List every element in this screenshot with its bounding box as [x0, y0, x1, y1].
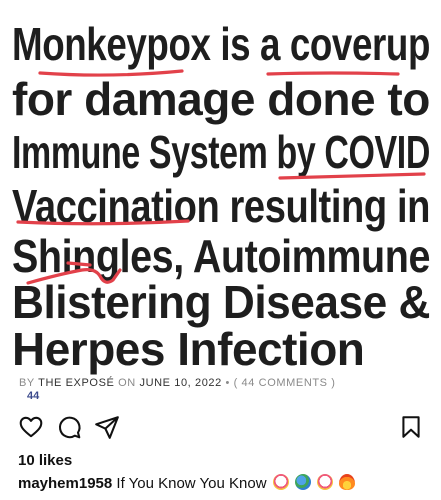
globe-emoji-icon: [294, 474, 311, 490]
caption-text: If You Know You Know: [116, 475, 267, 492]
bookmark-icon[interactable]: [398, 414, 424, 440]
byline: BY THE EXPOSÉ ON JUNE 10, 2022 • ( 44 CO…: [19, 377, 336, 389]
clown-face-emoji-icon: [317, 474, 334, 490]
post-image[interactable]: Monkeypox is a coverup for damage done t…: [0, 0, 441, 405]
underline-coverup: [266, 71, 400, 76]
byline-date: JUNE 10, 2022: [139, 377, 222, 389]
heart-icon[interactable]: [18, 414, 44, 440]
byline-author[interactable]: THE EXPOSÉ: [38, 377, 114, 389]
headline-line-3: Immune System by COVID: [12, 126, 430, 178]
byline-comments[interactable]: ( 44 COMMENTS ): [234, 377, 336, 389]
headline-line-6: Blistering Disease &: [12, 276, 430, 328]
byline-by: BY: [19, 377, 35, 389]
caption: mayhem1958 If You Know You Know: [18, 474, 356, 492]
underline-shingles-tick: [66, 261, 92, 267]
headline-line-1: Monkeypox is a coverup: [12, 18, 430, 70]
clown-face-emoji-icon: [272, 474, 289, 490]
headline-line-7: Herpes Infection: [12, 323, 364, 375]
like-count[interactable]: 10 likes: [18, 452, 72, 469]
comment-count: 44: [27, 390, 40, 402]
send-icon[interactable]: [94, 414, 120, 440]
headline-graphic: Monkeypox is a coverup for damage done t…: [12, 18, 431, 375]
caption-username[interactable]: mayhem1958: [18, 475, 112, 492]
byline-separator: •: [225, 377, 230, 389]
fire-emoji-icon: [339, 474, 356, 490]
byline-on: ON: [118, 377, 136, 389]
headline-line-2: for damage done to: [12, 73, 430, 125]
headline-line-5: Shingles, Autoimmune: [12, 230, 430, 282]
comment-icon[interactable]: [56, 414, 82, 440]
